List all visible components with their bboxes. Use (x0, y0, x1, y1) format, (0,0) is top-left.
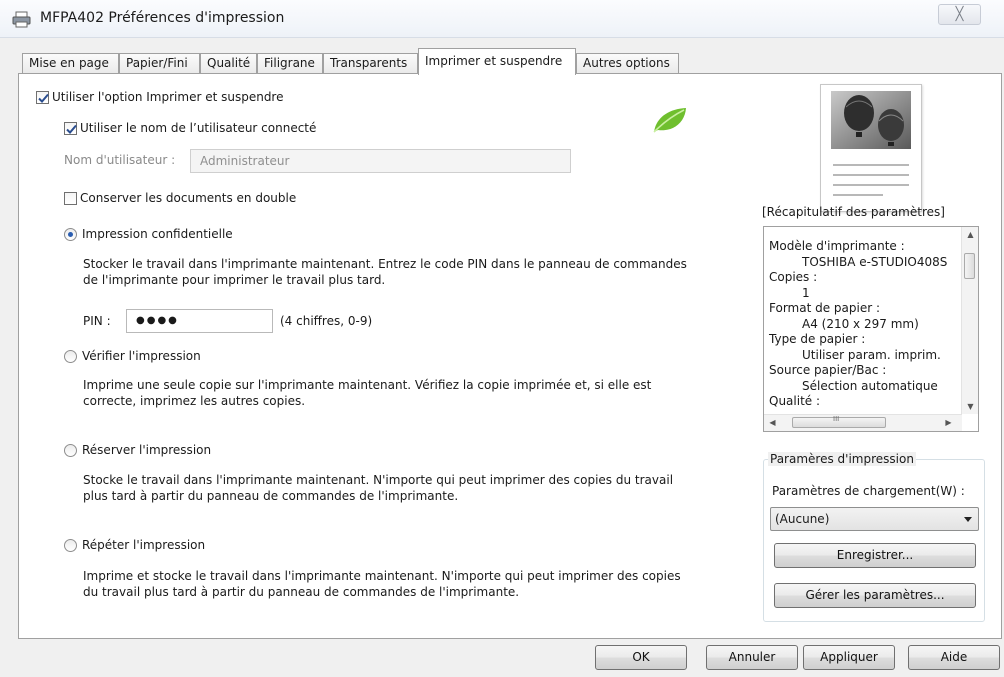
scroll-left-icon[interactable]: ◀ (764, 418, 781, 427)
verify-label: Vérifier l'impression (82, 349, 201, 363)
eco-leaf-icon (653, 108, 686, 133)
repeat-label: Répéter l'impression (82, 538, 206, 552)
scroll-up-icon[interactable]: ▲ (962, 230, 978, 239)
load-settings-select[interactable]: (Aucune) (770, 507, 979, 531)
tab-filigrane[interactable]: Filigrane (257, 53, 323, 74)
manage-settings-button[interactable]: Gérer les paramètres... (774, 583, 976, 608)
print-settings-group-title: Paramères d'impression (768, 452, 916, 466)
summary-line: Source papier/Bac : (769, 363, 887, 377)
pin-hint: (4 chiffres, 0-9) (280, 314, 373, 328)
reserve-desc-line1: Stocke le travail dans l'imprimante main… (83, 473, 674, 487)
summary-line: Sélection automatique (802, 378, 938, 393)
summary-line: 1 (802, 285, 810, 300)
summary-line: A4 (210 x 297 mm) (802, 316, 919, 331)
pin-input[interactable]: ●●●● (126, 309, 273, 333)
tab-qualite[interactable]: Qualité (200, 53, 257, 74)
repeat-radio[interactable] (64, 539, 77, 552)
help-button[interactable]: Aide (908, 645, 1000, 670)
summary-line: Copies : (769, 270, 818, 284)
summary-line: Type de papier : (769, 332, 866, 346)
window-title: MFPA402 Préférences d'impression (40, 10, 285, 26)
summary-vertical-scrollbar[interactable]: ▲ ▼ (961, 227, 978, 414)
tab-papier-fini[interactable]: Papier/Fini (119, 53, 200, 74)
tab-imprimer-et-suspendre[interactable]: Imprimer et suspendre (418, 48, 576, 75)
keep-duplicates-label: Conserver les documents en double (80, 191, 297, 205)
use-logged-user-label: Utiliser le nom de l’utilisateur connect… (80, 121, 317, 135)
tab-transparents[interactable]: Transparents (323, 53, 418, 74)
username-label: Nom d'utilisateur : (64, 153, 176, 167)
verify-desc-line1: Imprime une seule copie sur l'imprimante… (83, 378, 652, 392)
verify-radio[interactable] (64, 350, 77, 363)
printer-icon (12, 11, 31, 28)
title-bar: MFPA402 Préférences d'impression ╳ (0, 0, 1004, 38)
save-settings-button[interactable]: Enregistrer... (774, 543, 976, 568)
summary-line: Utiliser param. imprim. (802, 347, 941, 362)
load-settings-label: Paramètres de chargement(W) : (772, 484, 965, 498)
checkmark-icon (66, 124, 77, 134)
scroll-thumb[interactable]: III (792, 415, 886, 428)
keep-duplicates-checkbox[interactable] (64, 192, 77, 205)
repeat-desc-line1: Imprime et stocke le travail dans l'impr… (83, 569, 681, 583)
use-hold-checkbox[interactable] (36, 91, 49, 104)
balloons-preview-image (831, 91, 911, 196)
cancel-button[interactable]: Annuler (706, 645, 798, 670)
apply-button[interactable]: Appliquer (803, 645, 895, 670)
scroll-thumb-grip: III (833, 415, 840, 423)
settings-summary-list[interactable]: Modèle d'imprimante : TOSHIBA e-STUDIO40… (763, 226, 979, 432)
reserve-label: Réserver l'impression (82, 443, 212, 457)
tab-mise-en-page[interactable]: Mise en page (22, 53, 119, 74)
reserve-radio[interactable] (64, 444, 77, 457)
repeat-desc-line2: du travail plus tard à partir du panneau… (83, 585, 520, 599)
verify-desc-line2: correcte, imprimez les autres copies. (83, 394, 306, 408)
summary-title: [Récapitulatif des paramètres] (762, 205, 945, 219)
summary-line: Modèle d'imprimante : (769, 239, 905, 253)
close-icon: ╳ (955, 7, 964, 22)
checkmark-icon (38, 93, 49, 103)
confidential-label: Impression confidentielle (82, 227, 233, 241)
confidential-radio[interactable] (64, 228, 77, 241)
summary-line: Format de papier : (769, 301, 881, 315)
summary-line: Qualité : (769, 394, 821, 408)
scroll-thumb[interactable] (964, 253, 975, 279)
page-preview (820, 84, 922, 212)
reserve-desc-line2: plus tard à partir du panneau de command… (83, 489, 459, 503)
summary-line: TOSHIBA e-STUDIO408S (802, 254, 948, 269)
chevron-down-icon (964, 517, 972, 522)
confidential-desc-line1: Stocker le travail dans l'imprimante mai… (83, 257, 687, 271)
use-logged-user-checkbox[interactable] (64, 122, 77, 135)
pin-label: PIN : (83, 314, 111, 328)
tab-autres-options[interactable]: Autres options (576, 53, 679, 74)
confidential-desc-line2: de l'imprimante pour imprimer le travail… (83, 273, 386, 287)
close-button[interactable]: ╳ (938, 4, 981, 25)
scroll-right-icon[interactable]: ▶ (940, 418, 957, 427)
username-field[interactable]: Administrateur (190, 149, 571, 173)
summary-horizontal-scrollbar[interactable]: ◀ III ▶ (764, 414, 962, 431)
ok-button[interactable]: OK (595, 645, 687, 670)
scroll-down-icon[interactable]: ▼ (962, 402, 978, 411)
load-settings-value: (Aucune) (775, 512, 830, 526)
use-hold-label: Utiliser l'option Imprimer et suspendre (52, 90, 284, 104)
